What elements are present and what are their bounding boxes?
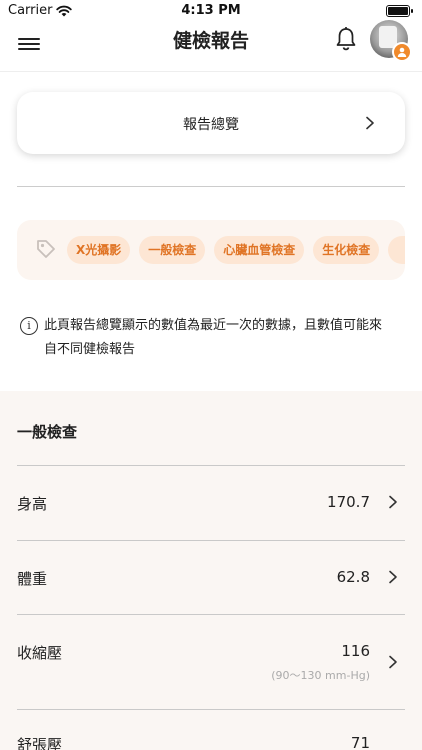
metric-row-systolic[interactable]: 收縮壓 116 (90～130 mm-Hg) (0, 615, 422, 709)
notification-bell-icon[interactable] (334, 26, 358, 52)
general-exam-section: 一般檢查 身高 170.7 體重 62.8 收縮壓 116 (90～130 mm… (0, 391, 422, 750)
page-title: 健檢報告 (172, 30, 249, 52)
category-chips: X光攝影 一般檢查 心臟血管檢查 生化檢查 (67, 236, 405, 264)
section-title: 一般檢查 (17, 423, 78, 441)
tag-icon (35, 238, 57, 260)
metric-value: 170.7 (327, 493, 370, 511)
metric-row-diastolic[interactable]: 舒張壓 71 (0, 710, 422, 750)
chevron-right-icon (388, 570, 398, 588)
report-overview-label: 報告總覽 (183, 117, 239, 133)
chevron-right-icon (388, 495, 398, 513)
battery-icon (386, 5, 413, 17)
chevron-right-icon (365, 115, 375, 134)
metric-value: 116 (341, 642, 370, 660)
chevron-right-icon (388, 655, 398, 673)
info-icon: i (20, 317, 38, 335)
metric-reference-range: (90～130 mm-Hg) (271, 669, 370, 682)
status-time: 4:13 PM (181, 3, 241, 18)
chip-xray[interactable]: X光攝影 (67, 236, 131, 264)
chip-more[interactable] (388, 236, 405, 264)
avatar[interactable] (370, 20, 412, 62)
report-overview-card[interactable]: 報告總覽 (17, 92, 405, 154)
metric-label: 身高 (17, 495, 48, 513)
divider (17, 186, 405, 187)
metric-label: 舒張壓 (17, 736, 63, 750)
metric-label: 收縮壓 (17, 644, 63, 662)
nav-bar: 健檢報告 (0, 20, 422, 72)
metric-value: 71 (350, 734, 370, 750)
metric-value: 62.8 (336, 568, 370, 586)
chip-general-exam[interactable]: 一般檢查 (139, 236, 206, 264)
chip-biochemistry-exam[interactable]: 生化檢查 (313, 236, 380, 264)
metric-row-weight[interactable]: 體重 62.8 (0, 541, 422, 614)
chip-cardiovascular-exam[interactable]: 心臟血管檢查 (214, 236, 305, 264)
user-badge-icon (392, 42, 412, 62)
category-tag-bar[interactable]: X光攝影 一般檢查 心臟血管檢查 生化檢查 (17, 220, 405, 280)
info-note-text: 此頁報告總覽顯示的數值為最近一次的數據，且數值可能來自不同健檢報告 (44, 318, 383, 357)
metric-label: 體重 (17, 570, 48, 588)
metric-row-height[interactable]: 身高 170.7 (0, 466, 422, 540)
status-bar: Carrier 4:13 PM (0, 0, 422, 22)
